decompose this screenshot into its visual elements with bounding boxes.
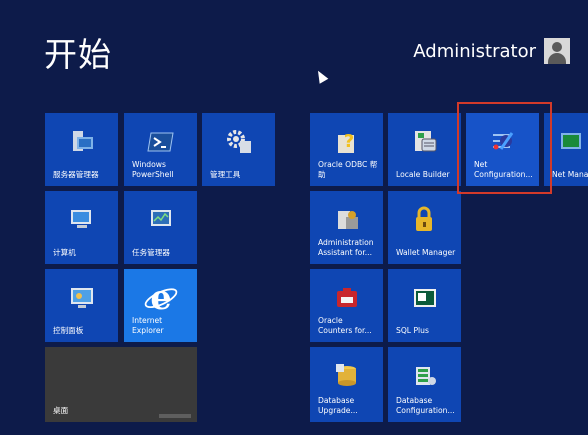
tile-task-manager[interactable]: 任务管理器 [124, 191, 197, 264]
tile-admin-tools[interactable]: 管理工具 [202, 113, 275, 186]
tile-database-upgrade[interactable]: Database Upgrade... [310, 347, 383, 422]
user-account[interactable]: Administrator [413, 38, 570, 64]
user-avatar-icon [544, 38, 570, 64]
tile-label: SQL Plus [396, 326, 429, 335]
tile-server-manager[interactable]: 服务器管理器 [45, 113, 118, 186]
ie-icon: e [144, 279, 177, 315]
server-manager-icon [72, 131, 93, 151]
tile-label: Net Mana [552, 170, 588, 179]
tile-label: 管理工具 [210, 170, 241, 179]
tile-label: Database Configuration... [396, 396, 455, 415]
tile-database-configuration[interactable]: Database Configuration... [388, 347, 461, 422]
tile-oracle-odbc-help[interactable]: ? Oracle ODBC 帮 助 [310, 113, 383, 186]
user-name: Administrator [413, 40, 536, 62]
oracle-odbc-help-icon: ? [337, 131, 354, 153]
tile-wallet-manager[interactable]: Wallet Manager [388, 191, 461, 264]
mouse-pointer-icon [313, 68, 329, 84]
sql-plus-icon [413, 289, 436, 307]
wallet-manager-icon [415, 206, 432, 231]
oracle-counters-icon [336, 288, 357, 307]
tile-label: 控制面板 [53, 326, 84, 335]
svg-text:e: e [150, 279, 171, 315]
tile-label: 任务管理器 [132, 248, 170, 257]
database-upgrade-icon [335, 364, 356, 386]
tile-computer[interactable]: 计算机 [45, 191, 118, 264]
tile-label: Oracle Counters for... [318, 316, 372, 335]
tile-label: 服务器管理器 [53, 170, 99, 179]
tile-oracle-counters[interactable]: Oracle Counters for... [310, 269, 383, 342]
tile-label: Administration Assistant for... [318, 238, 374, 257]
tile-windows-powershell[interactable]: Windows PowerShell [124, 113, 197, 186]
tile-sql-plus[interactable]: SQL Plus [388, 269, 461, 342]
svg-text:?: ? [343, 131, 353, 152]
admin-tools-icon [226, 130, 251, 153]
database-configuration-icon [415, 367, 436, 385]
control-panel-icon [70, 288, 93, 308]
admin-assistant-icon [337, 211, 358, 229]
tile-desktop[interactable]: 桌面 [45, 347, 197, 422]
tile-locale-builder[interactable]: Locale Builder [388, 113, 461, 186]
net-manager-icon [561, 133, 581, 149]
tile-label: 桌面 [53, 406, 69, 415]
tile-internet-explorer[interactable]: e Internet Explorer [124, 269, 197, 342]
powershell-icon [146, 132, 174, 152]
locale-builder-icon [414, 131, 436, 152]
selection-highlight-box [457, 102, 552, 194]
computer-icon [70, 210, 91, 228]
tile-label: Windows PowerShell [132, 160, 174, 179]
tile-label: 计算机 [53, 248, 76, 257]
tile-label: Internet Explorer [132, 316, 164, 335]
tile-label: Wallet Manager [396, 248, 456, 257]
tile-label: Locale Builder [396, 170, 450, 179]
tile-label: Oracle ODBC 帮 助 [318, 160, 378, 179]
tile-label: Database Upgrade... [318, 396, 358, 415]
start-screen-title: 开始 [44, 35, 112, 74]
task-manager-icon [150, 210, 171, 226]
tile-administration-assistant[interactable]: Administration Assistant for... [310, 191, 383, 264]
tile-control-panel[interactable]: 控制面板 [45, 269, 118, 342]
